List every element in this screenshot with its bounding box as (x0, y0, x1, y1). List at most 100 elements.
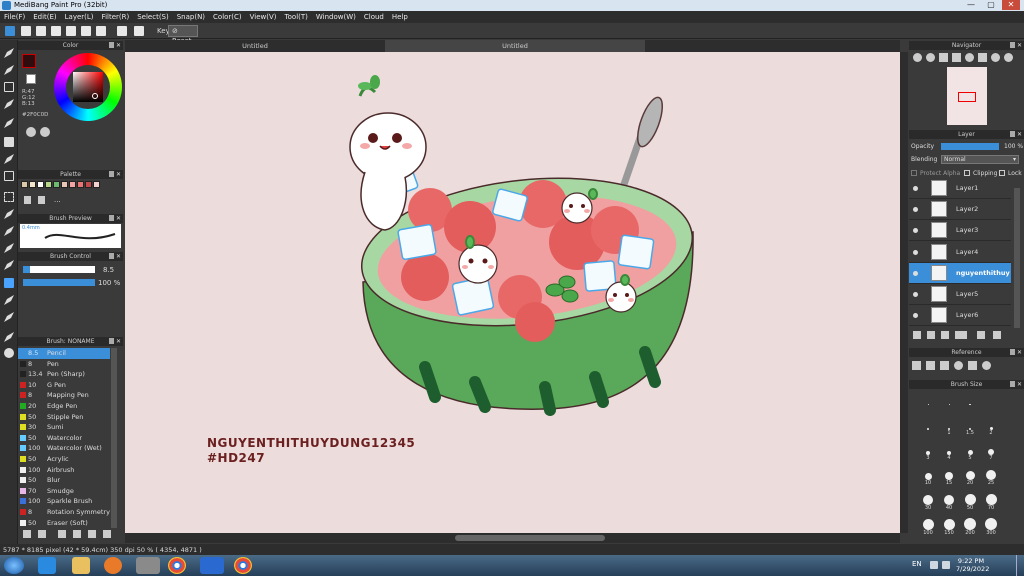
color-mode-icon[interactable] (26, 127, 36, 137)
brush-size-option[interactable]: 25 (980, 468, 1002, 486)
menu-layer[interactable]: Layer(L) (61, 11, 98, 21)
layer-visibility-icon[interactable] (913, 249, 918, 255)
pin-icon[interactable] (109, 42, 114, 48)
brush-size-option[interactable]: 5 (959, 443, 981, 461)
actual-size-icon[interactable] (952, 53, 961, 62)
pin-icon[interactable] (1010, 381, 1015, 387)
eraser-tool-icon[interactable] (4, 65, 14, 75)
pin-icon[interactable] (109, 253, 114, 259)
select-pen-tool-icon[interactable] (4, 243, 14, 253)
minimize-button[interactable]: — (962, 0, 980, 10)
clipping-checkbox[interactable] (964, 170, 970, 176)
brush-size-option[interactable]: 1 (938, 418, 960, 436)
hand-tool-icon[interactable] (4, 348, 14, 358)
layer-visibility-icon[interactable] (913, 270, 918, 276)
select-tool-icon[interactable] (4, 192, 14, 202)
palette-swatch[interactable] (85, 181, 92, 188)
layer-row[interactable]: Layer3 (909, 220, 1011, 242)
brush-up-icon[interactable] (23, 530, 31, 538)
export-icon[interactable] (81, 26, 91, 36)
gradation-tool-icon[interactable] (4, 171, 14, 181)
reference-zoom-out-icon[interactable] (982, 361, 991, 370)
new-file-icon[interactable] (21, 26, 31, 36)
menu-window[interactable]: Window(W) (312, 11, 360, 21)
menu-select[interactable]: Select(S) (133, 11, 173, 21)
brush-tool-icon[interactable] (4, 48, 14, 58)
close-icon[interactable]: ✕ (116, 337, 121, 346)
menu-color[interactable]: Color(C) (209, 11, 246, 21)
add-palette-icon[interactable] (24, 196, 31, 204)
brush-item[interactable]: 10 G Pen (18, 380, 110, 391)
brush-size-option[interactable] (959, 393, 981, 405)
drawing-canvas[interactable]: NGUYENTHITHUYDUNG12345 #HD247 (125, 52, 900, 533)
dot-tool-icon[interactable] (4, 82, 14, 92)
layer-visibility-icon[interactable] (913, 228, 918, 234)
brush-size-option[interactable]: 200 (959, 518, 981, 536)
blending-select[interactable]: Normal ▾ (941, 155, 1019, 164)
brush-item[interactable]: 8.5 Pencil (18, 348, 110, 359)
layer-row[interactable]: Layer5 (909, 284, 1011, 305)
layer-row[interactable]: Layer1 (909, 178, 1011, 199)
palette-swatch[interactable] (29, 181, 36, 188)
internet-explorer-icon[interactable] (38, 557, 56, 574)
reset-view-icon[interactable] (1004, 53, 1013, 62)
brush-item[interactable]: 50 Acrylic (18, 454, 110, 465)
saturation-value-square[interactable] (73, 72, 103, 102)
palette-swatch[interactable] (93, 181, 100, 188)
brush-size-option[interactable]: 40 (938, 493, 960, 511)
primary-color-swatch[interactable] (22, 54, 36, 68)
brush-item[interactable]: 50 Blur (18, 475, 110, 486)
brush-size-option[interactable]: 1.5 (959, 418, 981, 436)
close-icon[interactable]: ✕ (116, 170, 121, 179)
brush-size-option[interactable]: 2 (980, 418, 1002, 436)
move-tool-icon[interactable] (4, 118, 14, 128)
brush-list-scrollbar[interactable] (111, 348, 117, 528)
pin-icon[interactable] (109, 171, 114, 177)
brush-item[interactable]: 50 Watercolor (18, 433, 110, 444)
close-button[interactable]: ✕ (1002, 0, 1020, 10)
brush-copy-icon[interactable] (73, 530, 81, 538)
close-icon[interactable]: ✕ (116, 252, 121, 261)
close-icon[interactable]: ✕ (116, 214, 121, 223)
brush-size-option[interactable]: 15 (938, 468, 960, 486)
tray-arrow-icon[interactable] (930, 561, 938, 569)
brush-item[interactable]: 30 Sumi (18, 422, 110, 433)
palette-swatch[interactable] (21, 181, 28, 188)
brush-item[interactable]: 50 Stipple Pen (18, 412, 110, 423)
layer-row[interactable]: Layer2 (909, 199, 1011, 221)
secondary-color-swatch[interactable] (26, 74, 36, 84)
layer-folder-icon[interactable] (977, 331, 985, 339)
menu-tool[interactable]: Tool(T) (281, 11, 312, 21)
horizontal-scrollbar[interactable] (125, 533, 900, 543)
brush-item[interactable]: 8 Mapping Pen (18, 390, 110, 401)
brush-item[interactable]: 50 Eraser (Soft) (18, 518, 110, 528)
menu-edit[interactable]: Edit(E) (29, 11, 60, 21)
reference-zoom-in-icon[interactable] (954, 361, 963, 370)
palette-swatch[interactable] (77, 181, 84, 188)
flip-icon[interactable] (978, 53, 987, 62)
pin-icon[interactable] (109, 215, 114, 221)
menu-help[interactable]: Help (388, 11, 412, 21)
chrome-window-icon[interactable] (234, 557, 252, 574)
brush-item[interactable]: 100 Airbrush (18, 465, 110, 476)
taskbar-clock[interactable]: 9:22 PM 7/29/2022 (956, 557, 989, 573)
horizontal-scroll-thumb[interactable] (455, 535, 605, 541)
brush-item[interactable]: 8 Rotation Symmetry P (18, 507, 110, 518)
brush-item[interactable]: 70 Smudge (18, 486, 110, 497)
brush-size-option[interactable]: 20 (959, 468, 981, 486)
rotate-right-icon[interactable] (991, 53, 1000, 62)
close-icon[interactable]: ✕ (1017, 348, 1022, 357)
menu-snap[interactable]: Snap(N) (173, 11, 209, 21)
lock-checkbox[interactable] (999, 170, 1005, 176)
brush-size-slider[interactable] (23, 266, 95, 273)
undo-icon[interactable] (117, 26, 127, 36)
brush-settings-icon[interactable] (58, 530, 66, 538)
brush-size-option[interactable] (938, 393, 960, 405)
close-icon[interactable]: ✕ (116, 41, 121, 50)
close-icon[interactable]: ✕ (1017, 41, 1022, 50)
redo-icon[interactable] (134, 26, 144, 36)
copy-layer-icon[interactable] (927, 331, 935, 339)
brush-size-option[interactable]: 7 (980, 443, 1002, 461)
brush-size-option[interactable]: 150 (938, 518, 960, 536)
select-eraser-tool-icon[interactable] (4, 260, 14, 270)
